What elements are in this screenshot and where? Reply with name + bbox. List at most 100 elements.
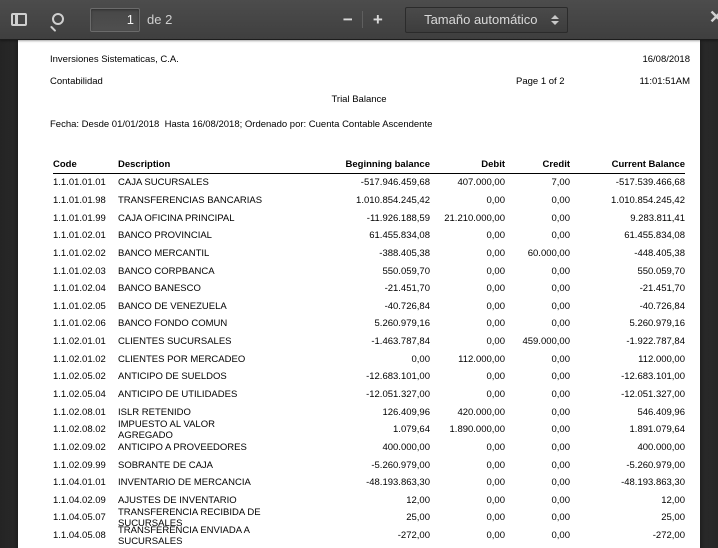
page-count-label: de 2 <box>147 12 172 27</box>
header-description: Description <box>118 159 268 170</box>
cell-description: CAJA OFICINA PRINCIPAL <box>118 213 268 224</box>
cell-current-balance: 1.891.079,64 <box>570 424 685 435</box>
cell-debit: 420.000,00 <box>430 407 505 418</box>
cell-current-balance: -1.922.787,84 <box>570 336 685 347</box>
cell-credit: 0,00 <box>505 512 570 523</box>
table-row: 1.1.01.02.05 BANCO DE VENEZUELA -40.726,… <box>53 297 685 315</box>
cell-beginning-balance: 61.455.834,08 <box>268 230 430 241</box>
pdf-viewer-toolbar: de 2 − + Tamaño automático ✕ <box>0 0 718 40</box>
cell-debit: 0,00 <box>430 495 505 506</box>
cell-debit: 0,00 <box>430 283 505 294</box>
cell-credit: 0,00 <box>505 318 570 329</box>
table-row: 1.1.01.01.98 TRANSFERENCIAS BANCARIAS 1.… <box>53 192 685 210</box>
zoom-out-button[interactable]: − <box>335 7 360 33</box>
cell-code: 1.1.01.02.02 <box>53 248 118 259</box>
cell-code: 1.1.02.09.02 <box>53 442 118 453</box>
cell-beginning-balance: -21.451,70 <box>268 283 430 294</box>
table-row: 1.1.01.02.04 BANCO BANESCO -21.451,70 0,… <box>53 280 685 298</box>
cell-code: 1.1.02.09.99 <box>53 460 118 471</box>
close-icon[interactable]: ✕ <box>709 7 718 27</box>
cell-debit: 112.000,00 <box>430 354 505 365</box>
cell-credit: 0,00 <box>505 213 570 224</box>
cell-credit: 0,00 <box>505 460 570 471</box>
zoom-select[interactable]: Tamaño automático <box>405 7 568 33</box>
cell-description: CLIENTES POR MERCADEO <box>118 354 268 365</box>
cell-credit: 0,00 <box>505 389 570 400</box>
cell-debit: 0,00 <box>430 512 505 523</box>
cell-beginning-balance: -12.683.101,00 <box>268 371 430 382</box>
cell-description: INVENTARIO DE MERCANCIA <box>118 477 268 488</box>
table-header-row: Code Description Beginning balance Debit… <box>53 159 685 174</box>
cell-beginning-balance: 550.059,70 <box>268 266 430 277</box>
cell-current-balance: 550.059,70 <box>570 266 685 277</box>
cell-beginning-balance: 0,00 <box>268 354 430 365</box>
cell-code: 1.1.01.02.06 <box>53 318 118 329</box>
page-number-input[interactable] <box>90 8 140 32</box>
cell-code: 1.1.04.01.01 <box>53 477 118 488</box>
cell-credit: 0,00 <box>505 530 570 541</box>
cell-code: 1.1.01.02.03 <box>53 266 118 277</box>
table-row: 1.1.02.09.99 SOBRANTE DE CAJA -5.260.979… <box>53 456 685 474</box>
toggle-sidebar-button[interactable] <box>6 7 32 33</box>
cell-description: BANCO DE VENEZUELA <box>118 301 268 312</box>
cell-beginning-balance: 5.260.979,16 <box>268 318 430 329</box>
header-credit: Credit <box>505 159 570 170</box>
module-name: Contabilidad <box>50 76 103 87</box>
cell-current-balance: 25,00 <box>570 512 685 523</box>
cell-beginning-balance: 126.409,96 <box>268 407 430 418</box>
cell-description: BANCO CORPBANCA <box>118 266 268 277</box>
cell-description: TRANSFERENCIAS BANCARIAS <box>118 195 268 206</box>
cell-credit: 0,00 <box>505 495 570 506</box>
cell-current-balance: 1.010.854.245,42 <box>570 195 685 206</box>
report-date: 16/08/2018 <box>642 54 690 65</box>
cell-description: TRANSFERENCIA ENVIADA A SUCURSALES <box>118 525 268 547</box>
cell-description: BANCO MERCANTIL <box>118 248 268 259</box>
table-row: 1.1.04.05.08 TRANSFERENCIA ENVIADA A SUC… <box>53 527 685 545</box>
report-page-label: Page 1 of 2 <box>516 76 565 87</box>
table-row: 1.1.01.02.06 BANCO FONDO COMUN 5.260.979… <box>53 315 685 333</box>
cell-current-balance: 112.000,00 <box>570 354 685 365</box>
zoom-in-button[interactable]: + <box>365 7 390 33</box>
pdf-viewer-canvas: Inversiones Sistematicas, C.A. 16/08/201… <box>0 40 718 548</box>
cell-code: 1.1.02.08.02 <box>53 424 118 435</box>
cell-debit: 0,00 <box>430 389 505 400</box>
cell-beginning-balance: -1.463.787,84 <box>268 336 430 347</box>
cell-beginning-balance: 1.010.854.245,42 <box>268 195 430 206</box>
cell-code: 1.1.02.01.01 <box>53 336 118 347</box>
cell-current-balance: 5.260.979,16 <box>570 318 685 329</box>
cell-description: BANCO PROVINCIAL <box>118 230 268 241</box>
cell-beginning-balance: -517.946.459,68 <box>268 177 430 188</box>
cell-code: 1.1.01.02.05 <box>53 301 118 312</box>
cell-current-balance: 400.000,00 <box>570 442 685 453</box>
trial-balance-table: Code Description Beginning balance Debit… <box>53 159 685 544</box>
cell-description: AJUSTES DE INVENTARIO <box>118 495 268 506</box>
cell-current-balance: -12.051.327,00 <box>570 389 685 400</box>
cell-beginning-balance: 1.079,64 <box>268 424 430 435</box>
table-row: 1.1.02.08.02 IMPUESTO AL VALOR AGREGADO … <box>53 421 685 439</box>
zoom-select-value: Tamaño automático <box>414 12 547 27</box>
cell-description: SOBRANTE DE CAJA <box>118 460 268 471</box>
updown-arrows-icon <box>551 15 559 25</box>
header-beginning-balance: Beginning balance <box>268 159 430 170</box>
cell-beginning-balance: -11.926.188,59 <box>268 213 430 224</box>
table-row: 1.1.04.01.01 INVENTARIO DE MERCANCIA -48… <box>53 474 685 492</box>
cell-code: 1.1.01.02.04 <box>53 283 118 294</box>
cell-beginning-balance: -272,00 <box>268 530 430 541</box>
cell-code: 1.1.02.05.04 <box>53 389 118 400</box>
cell-debit: 0,00 <box>430 442 505 453</box>
report-time: 11:01:51AM <box>639 76 690 87</box>
table-row: 1.1.01.02.01 BANCO PROVINCIAL 61.455.834… <box>53 227 685 245</box>
cell-description: BANCO BANESCO <box>118 283 268 294</box>
cell-credit: 0,00 <box>505 283 570 294</box>
cell-credit: 0,00 <box>505 354 570 365</box>
cell-debit: 1.890.000,00 <box>430 424 505 435</box>
cell-beginning-balance: -12.051.327,00 <box>268 389 430 400</box>
cell-description: ANTICIPO DE SUELDOS <box>118 371 268 382</box>
cell-debit: 407.000,00 <box>430 177 505 188</box>
cell-current-balance: -40.726,84 <box>570 301 685 312</box>
find-button[interactable] <box>44 7 70 33</box>
report-title: Trial Balance <box>18 94 700 105</box>
cell-debit: 0,00 <box>430 230 505 241</box>
cell-description: IMPUESTO AL VALOR AGREGADO <box>118 419 268 441</box>
cell-code: 1.1.04.02.09 <box>53 495 118 506</box>
